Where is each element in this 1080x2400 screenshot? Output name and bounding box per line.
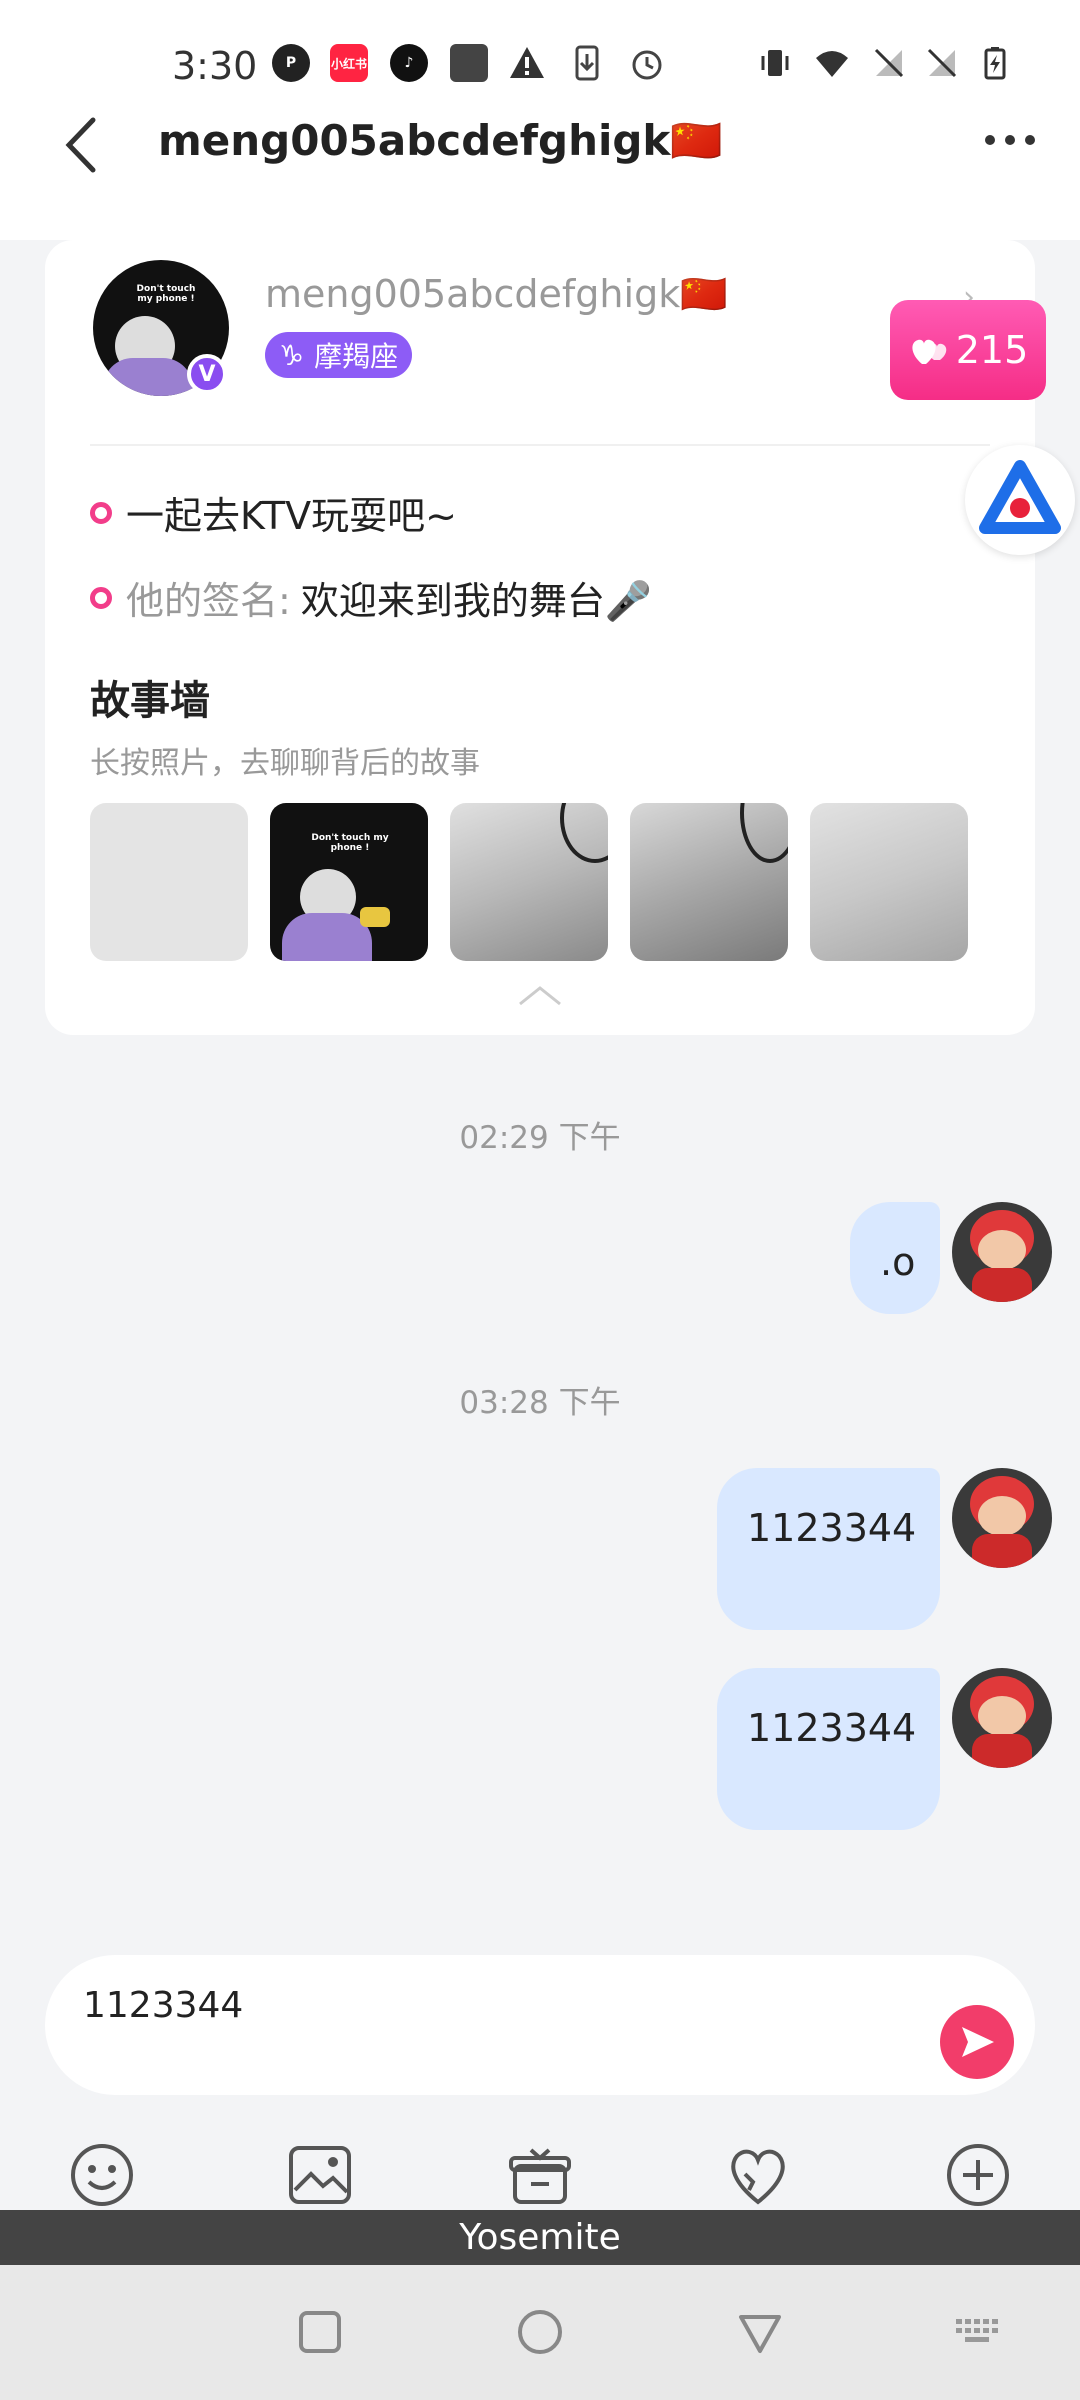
signature-line: 他的签名: 欢迎来到我的舞台🎤	[90, 570, 652, 625]
triangle-logo-icon	[979, 460, 1061, 534]
wifi-icon	[816, 51, 848, 77]
image-button[interactable]	[285, 2140, 355, 2210]
likes-count: 215	[955, 328, 1029, 372]
story-photo[interactable]	[450, 803, 608, 961]
no-signal-icon	[927, 48, 957, 78]
story-wall-title: 故事墙	[90, 678, 210, 724]
profile-card[interactable]: Don't touch my phone ! V meng005abcdefgh…	[45, 240, 1075, 1035]
battery-charging-icon	[984, 47, 1006, 80]
xiaohongshu-icon-label: 小红书	[330, 56, 367, 71]
back-nav-button[interactable]	[735, 2307, 785, 2357]
verified-badge: V	[187, 354, 227, 394]
message-input-text[interactable]: 1123344	[83, 1985, 243, 2026]
more-options-button[interactable]	[980, 110, 1040, 170]
p-app-icon: P	[272, 44, 310, 82]
story-photo-caption: Don't touch my phone !	[311, 833, 389, 853]
keyboard-label: Yosemite	[0, 2210, 1080, 2265]
add-button[interactable]	[943, 2140, 1013, 2210]
likes-button[interactable]: 215	[890, 300, 1046, 400]
gift-button[interactable]	[505, 2140, 575, 2210]
tiktok-icon: ♪	[390, 44, 428, 82]
back-button[interactable]	[55, 110, 105, 180]
message-bubble[interactable]: 1123344	[717, 1468, 940, 1630]
download-icon	[575, 45, 599, 81]
chat-avatar[interactable]	[952, 1202, 1052, 1302]
message-input[interactable]: 1123344	[45, 1955, 1035, 2095]
bullet-icon	[90, 586, 112, 609]
vibrate-icon	[761, 50, 789, 76]
story-photo[interactable]	[630, 803, 788, 961]
keyboard-toggle-button[interactable]	[953, 2307, 1003, 2357]
profile-name: meng005abcdefghigk🇨🇳	[265, 272, 728, 316]
avatar-caption: Don't touch my phone !	[136, 284, 196, 304]
warning-icon	[510, 47, 544, 78]
wallet-icon	[450, 44, 488, 82]
emoji-button[interactable]	[67, 2140, 137, 2210]
chat-header: meng005abcdefghigk🇨🇳	[0, 90, 1080, 240]
capricorn-icon: ♑	[279, 338, 305, 372]
message-timestamp: 02:29 下午	[459, 1120, 621, 1156]
chat-avatar[interactable]	[952, 1668, 1052, 1768]
zodiac-tag: ♑ 摩羯座	[265, 332, 413, 378]
message-bubble[interactable]: 1123344	[717, 1668, 940, 1830]
home-button[interactable]	[515, 2307, 565, 2357]
alarm-icon	[632, 50, 662, 80]
story-wall-subtitle: 长按照片，去聊聊背后的故事	[90, 746, 480, 781]
send-icon	[962, 2027, 994, 2057]
signature-label: 他的签名:	[126, 579, 291, 623]
divider	[90, 444, 990, 446]
collapse-arrow-icon[interactable]	[515, 980, 565, 1010]
page-title: meng005abcdefghigk🇨🇳	[158, 116, 723, 165]
recent-apps-button[interactable]	[295, 2307, 345, 2357]
xiaohongshu-icon: 小红书	[330, 44, 368, 82]
intro-line: 一起去KTV玩耍吧~	[90, 485, 457, 540]
chat-avatar[interactable]	[952, 1468, 1052, 1568]
message-bubble[interactable]: .o	[850, 1202, 940, 1314]
heart-button[interactable]	[723, 2140, 793, 2210]
double-heart-icon	[912, 339, 947, 364]
bullet-icon	[90, 501, 112, 524]
story-photo[interactable]: Don't touch my phone !	[270, 803, 428, 961]
signature-text: 欢迎来到我的舞台🎤	[300, 579, 653, 623]
navigation-bar	[0, 2265, 1080, 2400]
no-signal-icon	[874, 48, 904, 78]
intro-text: 一起去KTV玩耍吧~	[126, 494, 458, 538]
status-time: 3:30	[172, 44, 258, 88]
floating-app-logo[interactable]	[965, 445, 1075, 555]
story-photo[interactable]	[810, 803, 968, 961]
zodiac-label: 摩羯座	[314, 340, 399, 373]
message-timestamp: 03:28 下午	[459, 1385, 621, 1421]
send-button[interactable]	[940, 2005, 1014, 2079]
story-photo[interactable]	[90, 803, 248, 961]
